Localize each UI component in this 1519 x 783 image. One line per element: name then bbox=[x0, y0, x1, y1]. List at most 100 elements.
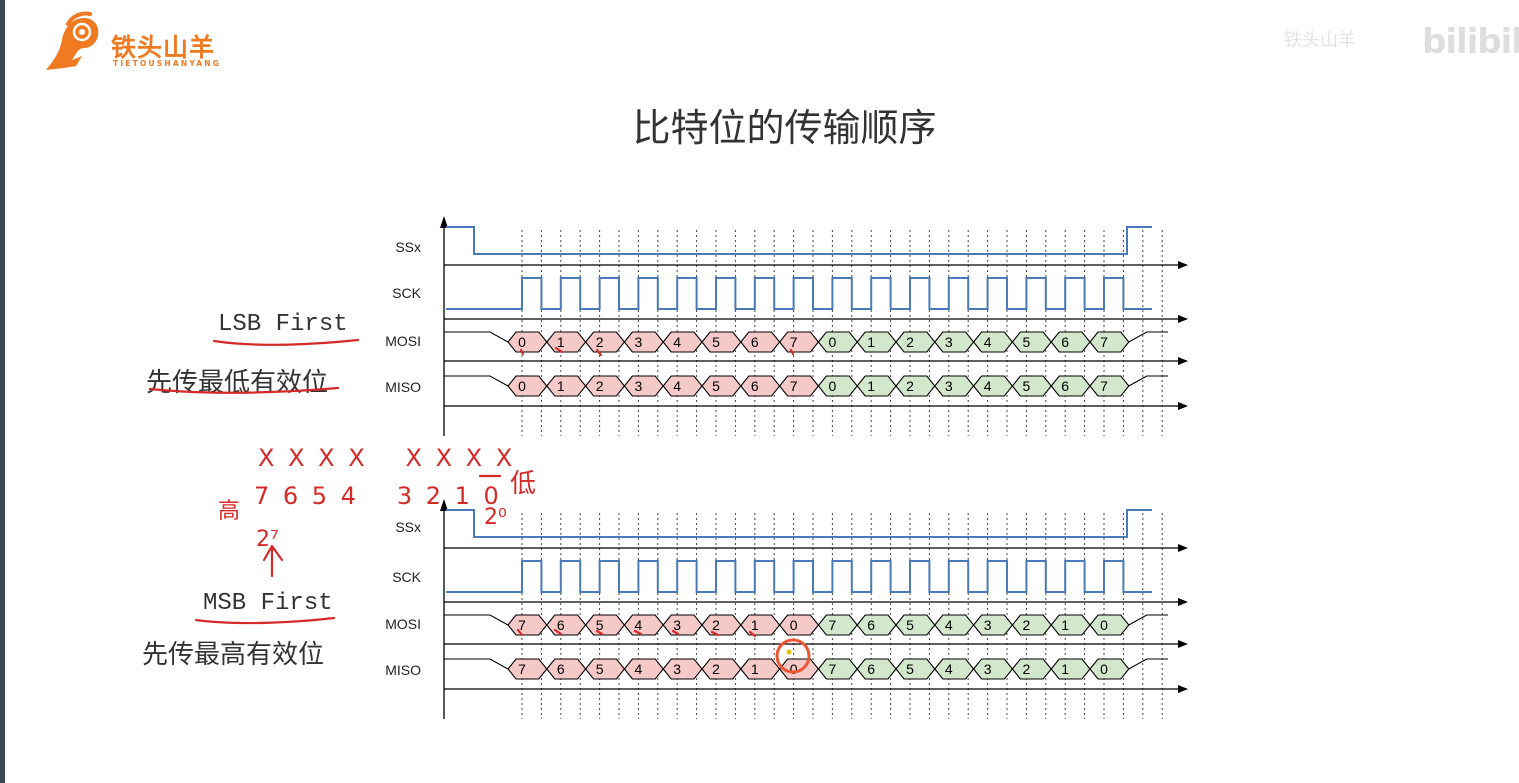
lsb-mosi-bit-label: 6 bbox=[1061, 334, 1069, 350]
lsb-mosi-bit-label: 0 bbox=[518, 334, 526, 350]
msb-miso-bit-label: 4 bbox=[945, 661, 953, 677]
msb-mosi-bit-label: 3 bbox=[673, 617, 681, 633]
lsb-baseline-arrow-2 bbox=[1178, 357, 1188, 365]
msb-mosi-bit-label: 3 bbox=[984, 617, 992, 633]
msb-mosi-bit-cell bbox=[546, 614, 587, 636]
lsb-miso-bit-label: 4 bbox=[673, 378, 681, 394]
lsb-mosi-bit-label: 1 bbox=[867, 334, 875, 350]
lsb-miso-bit-label: 6 bbox=[1061, 378, 1069, 394]
lsb-miso-bit-label: 0 bbox=[829, 378, 837, 394]
lsb-mosi-bit-label: 6 bbox=[751, 334, 759, 350]
msb-miso-bit-label: 6 bbox=[867, 661, 875, 677]
msb-miso-bit-label: 5 bbox=[596, 661, 604, 677]
msb-miso-bit-cell bbox=[934, 658, 975, 680]
lsb-miso-bit-label: 6 bbox=[751, 378, 759, 394]
lsb-mosi-bit-label: 3 bbox=[635, 334, 643, 350]
lsb-mosi-bit-cell bbox=[778, 331, 820, 353]
lsb-miso-bit-label: 2 bbox=[906, 378, 914, 394]
lsb-mosi-bit-cell bbox=[856, 331, 897, 353]
msb-miso-bit-label: 3 bbox=[673, 661, 681, 677]
lsb-miso-bit-label: 4 bbox=[984, 378, 992, 394]
lsb-sck-waveform bbox=[446, 277, 1152, 310]
msb-miso-idle-left bbox=[444, 658, 509, 670]
msb-miso-bit-label: 2 bbox=[712, 661, 720, 677]
msb-miso-bit-cell bbox=[895, 658, 936, 680]
lsb-mosi-bit-label: 3 bbox=[945, 334, 953, 350]
lsb-mosi-bit-label: 5 bbox=[1023, 334, 1031, 350]
msb-baseline-arrow-0 bbox=[1178, 544, 1188, 552]
msb-miso-bit-label: 6 bbox=[557, 661, 565, 677]
lsb-mosi-bit-cell bbox=[1089, 331, 1130, 353]
lsb-mosi-bit-label: 4 bbox=[984, 334, 992, 350]
cursor-dot bbox=[786, 649, 792, 655]
lsb-mosi-bit-label: 4 bbox=[673, 334, 681, 350]
lsb-mosi-bit-cell bbox=[1011, 331, 1052, 353]
msb-miso-bit-label: 3 bbox=[984, 661, 992, 677]
msb-miso-bit-label: 7 bbox=[518, 661, 526, 677]
lsb-mosi-bit-cell bbox=[701, 331, 742, 353]
lsb-mosi-bit-cell bbox=[817, 331, 858, 353]
lsb-miso-bit-label: 3 bbox=[945, 378, 953, 394]
msb-miso-bit-cell bbox=[1011, 658, 1052, 680]
msb-mosi-bit-label: 0 bbox=[790, 617, 798, 633]
msb-miso-bit-cell bbox=[1089, 658, 1130, 680]
lsb-mosi-bit-label: 5 bbox=[712, 334, 720, 350]
msb-miso-bit-cell bbox=[701, 658, 742, 680]
lsb-miso-bit-cell bbox=[662, 375, 703, 397]
msb-miso-bit-label: 4 bbox=[635, 661, 643, 677]
msb-mosi-bit-label: 5 bbox=[906, 617, 914, 633]
msb-miso-bit-cell bbox=[972, 658, 1014, 680]
msb-miso-bit-cell bbox=[1050, 658, 1091, 680]
msb-miso-bit-label: 2 bbox=[1023, 661, 1031, 677]
msb-miso-bit-cell bbox=[584, 658, 626, 680]
lsb-miso-bit-cell bbox=[701, 375, 742, 397]
msb-mosi-bit-cell bbox=[895, 614, 936, 636]
lsb-miso-bit-label: 7 bbox=[1100, 378, 1108, 394]
msb-mosi-bit-cell bbox=[856, 614, 897, 636]
lsb-mosi-bit-label: 1 bbox=[557, 334, 565, 350]
msb-mosi-bit-cell bbox=[817, 614, 858, 636]
msb-baseline-arrow-3 bbox=[1178, 685, 1188, 693]
msb-mosi-bit-label: 2 bbox=[1023, 617, 1031, 633]
lsb-baseline-arrow-0 bbox=[1178, 261, 1188, 269]
lsb-miso-bit-label: 7 bbox=[790, 378, 798, 394]
msb-miso-bit-label: 0 bbox=[1100, 661, 1108, 677]
lsb-mosi-bit-label: 2 bbox=[596, 334, 604, 350]
lsb-miso-bit-cell bbox=[934, 375, 975, 397]
msb-mosi-bit-cell bbox=[1089, 614, 1130, 636]
msb-mosi-bit-cell bbox=[934, 614, 975, 636]
msb-mosi-bit-cell bbox=[662, 614, 703, 636]
msb-sck-waveform bbox=[446, 560, 1152, 593]
lsb-miso-bit-cell bbox=[972, 375, 1014, 397]
msb-miso-bit-cell bbox=[507, 658, 548, 680]
lsb-miso-bit-cell bbox=[1050, 375, 1091, 397]
lsb-miso-bit-cell bbox=[740, 375, 781, 397]
msb-miso-bit-label: 1 bbox=[1061, 661, 1069, 677]
msb-mosi-bit-label: 7 bbox=[829, 617, 837, 633]
lsb-miso-bit-label: 5 bbox=[1023, 378, 1031, 394]
msb-mosi-bit-label: 1 bbox=[751, 617, 759, 633]
miso-signal-label: MISO bbox=[385, 379, 421, 395]
lsb-mosi-bit-cell bbox=[972, 331, 1014, 353]
msb-mosi-bit-label: 7 bbox=[518, 617, 526, 633]
lsb-miso-bit-label: 0 bbox=[518, 378, 526, 394]
lsb-miso-bit-label: 1 bbox=[557, 378, 565, 394]
lsb-miso-bit-cell bbox=[623, 375, 664, 397]
msb-miso-bit-cell bbox=[662, 658, 703, 680]
lsb-mosi-idle-left bbox=[444, 331, 509, 343]
msb-baseline-arrow-2 bbox=[1178, 640, 1188, 648]
msb-mosi-bit-cell bbox=[623, 614, 664, 636]
lsb-mosi-bit-cell bbox=[662, 331, 703, 353]
msb-miso-bit-cell bbox=[623, 658, 664, 680]
msb-mosi-bit-cell bbox=[778, 614, 820, 636]
msb-mosi-bit-label: 2 bbox=[712, 617, 720, 633]
msb-mosi-bit-label: 4 bbox=[945, 617, 953, 633]
msb-mosi-bit-cell bbox=[701, 614, 742, 636]
msb-mosi-bit-label: 1 bbox=[1061, 617, 1069, 633]
msb-mosi-bit-label: 0 bbox=[1100, 617, 1108, 633]
msb-mosi-idle-left bbox=[444, 614, 509, 626]
lsb-mosi-bit-cell bbox=[546, 331, 587, 353]
msb-mosi-bit-label: 5 bbox=[596, 617, 604, 633]
lsb-miso-bit-cell bbox=[1011, 375, 1052, 397]
msb-miso-bit-cell bbox=[740, 658, 781, 680]
